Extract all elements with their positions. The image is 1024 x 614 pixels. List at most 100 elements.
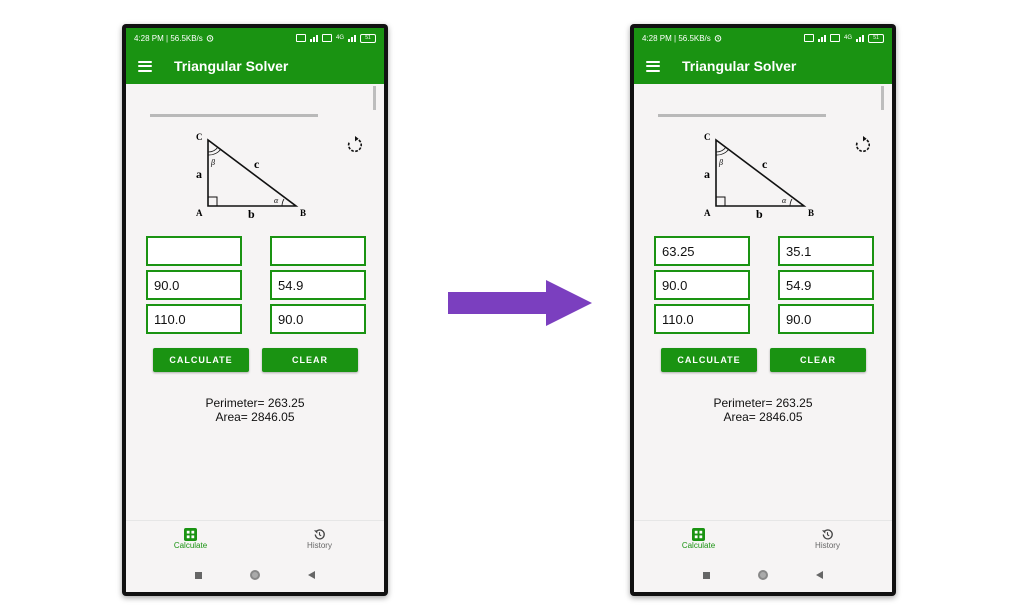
input-grid bbox=[654, 236, 874, 334]
nav-history-label: History bbox=[307, 541, 332, 550]
app-title: Triangular Solver bbox=[682, 58, 797, 74]
nav-history[interactable]: History bbox=[763, 521, 892, 557]
grid-calculator-icon bbox=[184, 528, 197, 541]
signal-icon bbox=[348, 34, 356, 42]
results: Perimeter= 263.25 Area= 2846.05 bbox=[634, 396, 892, 424]
input-field[interactable] bbox=[146, 236, 242, 266]
clear-button[interactable]: CLEAR bbox=[262, 348, 358, 372]
angle-label-beta: β bbox=[210, 158, 215, 167]
side-label-c: c bbox=[254, 157, 260, 171]
hamburger-icon[interactable] bbox=[646, 60, 660, 72]
history-clock-icon bbox=[313, 529, 325, 540]
alarm-icon bbox=[714, 35, 722, 42]
angle-label-alpha: α bbox=[274, 196, 279, 205]
signal-icon bbox=[817, 34, 826, 42]
hamburger-icon[interactable] bbox=[138, 60, 152, 72]
input-field[interactable] bbox=[778, 304, 874, 334]
input-field[interactable] bbox=[270, 270, 366, 300]
phone-after: 4:28 PM | 56.5KB/s 4G 51 Triangular Solv… bbox=[630, 24, 896, 596]
vertex-label-a: A bbox=[196, 208, 203, 218]
rotate-refresh-icon[interactable] bbox=[854, 136, 872, 154]
status-bar: 4:28 PM | 56.5KB/s 4G 51 bbox=[126, 28, 384, 48]
input-field[interactable] bbox=[778, 270, 874, 300]
app-bar: Triangular Solver bbox=[126, 48, 384, 84]
scrollbar[interactable] bbox=[881, 86, 884, 110]
triangle-diagram: C A B a b c β α bbox=[196, 132, 306, 221]
network-type: 4G bbox=[335, 35, 344, 41]
nav-history[interactable]: History bbox=[255, 521, 384, 557]
app-title: Triangular Solver bbox=[174, 58, 289, 74]
vertex-label-b: B bbox=[300, 208, 306, 218]
nav-calculate[interactable]: Calculate bbox=[634, 521, 763, 557]
side-label-a: a bbox=[196, 167, 202, 181]
vertex-label-c: C bbox=[196, 132, 203, 142]
nav-history-label: History bbox=[815, 541, 840, 550]
calculate-button[interactable]: CALCULATE bbox=[153, 348, 249, 372]
scrollbar[interactable] bbox=[373, 86, 376, 110]
divider-line bbox=[658, 114, 826, 117]
recents-icon[interactable] bbox=[195, 571, 202, 579]
calculate-button[interactable]: CALCULATE bbox=[661, 348, 757, 372]
home-icon[interactable] bbox=[758, 570, 768, 580]
home-icon[interactable] bbox=[250, 570, 260, 580]
input-field[interactable] bbox=[270, 236, 366, 266]
side-label-c: c bbox=[762, 157, 768, 171]
area-result: Area= 2846.05 bbox=[723, 410, 803, 424]
input-field[interactable] bbox=[146, 270, 242, 300]
input-grid bbox=[146, 236, 366, 334]
nav-calculate-label: Calculate bbox=[681, 541, 716, 550]
battery-icon: 51 bbox=[360, 33, 376, 43]
calculator-content: C A B a b c β α CALCUL bbox=[634, 84, 892, 520]
bottom-navigation: Calculate History bbox=[126, 520, 384, 557]
screen-before: 4:28 PM | 56.5KB/s 4G 51 Triangular Solv… bbox=[126, 28, 384, 592]
arrow-shape bbox=[448, 280, 592, 326]
angle-label-beta: β bbox=[718, 158, 723, 167]
input-field[interactable] bbox=[654, 270, 750, 300]
angle-label-alpha: α bbox=[782, 196, 787, 205]
system-navigation-bar bbox=[126, 558, 384, 592]
status-bar: 4:28 PM | 56.5KB/s 4G 51 bbox=[634, 28, 892, 48]
right-arrow-icon bbox=[448, 280, 592, 326]
sim-icon bbox=[829, 34, 840, 42]
side-label-a: a bbox=[704, 167, 710, 181]
back-icon[interactable] bbox=[308, 571, 315, 579]
divider-line bbox=[150, 114, 318, 117]
vertex-label-c: C bbox=[704, 132, 711, 142]
network-type: 4G bbox=[843, 35, 852, 41]
status-time: 4:28 PM | 56.5KB/s bbox=[642, 33, 711, 43]
alarm-icon bbox=[206, 35, 214, 42]
screen-after: 4:28 PM | 56.5KB/s 4G 51 Triangular Solv… bbox=[634, 28, 892, 592]
area-result: Area= 2846.05 bbox=[215, 410, 295, 424]
recents-icon[interactable] bbox=[703, 571, 710, 579]
back-icon[interactable] bbox=[816, 571, 823, 579]
rotate-refresh-icon[interactable] bbox=[346, 136, 364, 154]
vertex-label-a: A bbox=[704, 208, 711, 218]
input-field[interactable] bbox=[778, 236, 874, 266]
input-field[interactable] bbox=[146, 304, 242, 334]
input-field[interactable] bbox=[270, 304, 366, 334]
results: Perimeter= 263.25 Area= 2846.05 bbox=[126, 396, 384, 424]
clear-button[interactable]: CLEAR bbox=[770, 348, 866, 372]
bottom-navigation: Calculate History bbox=[634, 520, 892, 557]
sim-icon bbox=[321, 34, 332, 42]
calculator-content: C A B a b c β α CALCUL bbox=[126, 84, 384, 520]
sim-icon bbox=[803, 34, 814, 42]
nav-calculate[interactable]: Calculate bbox=[126, 521, 255, 557]
app-bar: Triangular Solver bbox=[634, 48, 892, 84]
vertex-label-b: B bbox=[808, 208, 814, 218]
signal-icon bbox=[856, 34, 864, 42]
system-navigation-bar bbox=[634, 558, 892, 592]
perimeter-result: Perimeter= 263.25 bbox=[205, 396, 305, 410]
action-buttons: CALCULATE CLEAR bbox=[661, 348, 866, 372]
input-field[interactable] bbox=[654, 304, 750, 334]
side-label-b: b bbox=[756, 207, 763, 221]
perimeter-result: Perimeter= 263.25 bbox=[713, 396, 813, 410]
side-label-b: b bbox=[248, 207, 255, 221]
input-field[interactable] bbox=[654, 236, 750, 266]
triangle-diagram: C A B a b c β α bbox=[704, 132, 814, 221]
history-clock-icon bbox=[821, 529, 833, 540]
nav-calculate-label: Calculate bbox=[173, 541, 208, 550]
signal-icon bbox=[309, 34, 318, 42]
grid-calculator-icon bbox=[692, 528, 705, 541]
status-time: 4:28 PM | 56.5KB/s bbox=[134, 33, 203, 43]
